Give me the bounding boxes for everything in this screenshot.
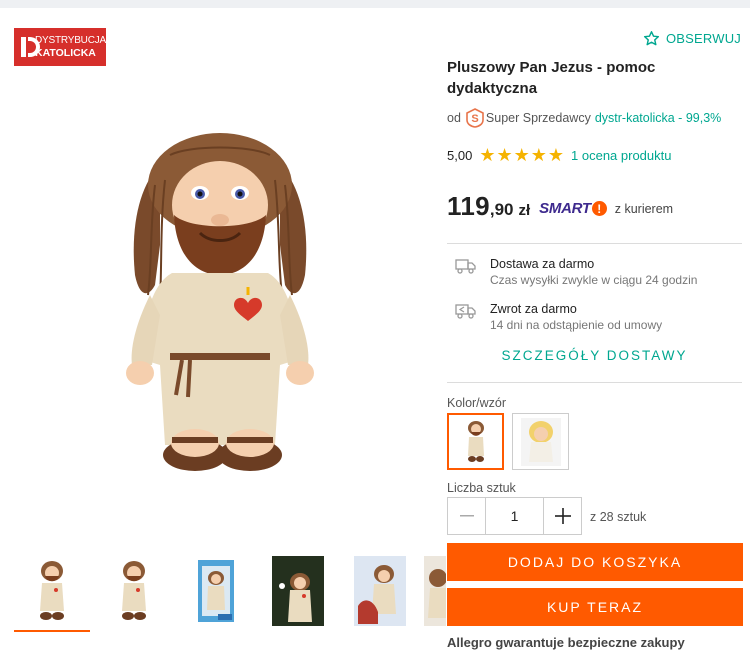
star-icon: ★ xyxy=(547,145,565,165)
variant-option-blonde[interactable] xyxy=(512,413,569,470)
add-to-cart-button[interactable]: DODAJ DO KOSZYKA xyxy=(447,543,743,581)
plus-icon xyxy=(554,508,571,524)
smart-badge[interactable]: SMART ! xyxy=(539,200,607,217)
delivery-details-link[interactable]: SZCZEGÓŁY DOSTAWY xyxy=(447,348,742,363)
thumbnail-2[interactable] xyxy=(96,556,172,626)
super-seller-label: Super Sprzedawcy xyxy=(485,111,591,125)
variant-option-brown[interactable] xyxy=(447,413,504,470)
variant-label: Kolor/wzór xyxy=(447,396,507,410)
star-icon: ★ xyxy=(496,145,513,165)
star-icon: ★ xyxy=(530,145,547,165)
truck-icon xyxy=(455,259,476,274)
product-panel: OBSERWUJ Pluszowy Pan Jezus - pomoc dyda… xyxy=(447,0,747,655)
minus-icon xyxy=(459,515,474,517)
thumbnail-strip xyxy=(14,556,446,636)
free-return-info: Zwrot za darmo 14 dni na odstąpienie od … xyxy=(455,301,662,333)
seller-prefix: od xyxy=(447,111,461,125)
free-delivery-info: Dostawa za darmo Czas wysyłki zwykle w c… xyxy=(455,256,697,288)
main-product-image[interactable] xyxy=(100,125,340,495)
thumbnail-5[interactable] xyxy=(342,556,418,626)
quantity-increase-button[interactable] xyxy=(544,498,581,534)
quantity-available: z 28 sztuk xyxy=(590,510,647,524)
smart-label: SMART xyxy=(539,200,591,217)
return-truck-icon xyxy=(455,304,476,319)
divider xyxy=(447,243,742,244)
variant-options xyxy=(447,413,577,470)
rating-stars: ★ ★ ★ ★ ★ xyxy=(479,146,565,164)
smart-info-icon: ! xyxy=(591,201,607,216)
price-currency: zł xyxy=(518,202,531,219)
return-title: Zwrot za darmo xyxy=(490,302,577,316)
return-subtitle: 14 dni na odstąpienie od umowy xyxy=(490,318,663,332)
seller-logo[interactable]: DYSTRYBUCJA KATOLICKA xyxy=(14,28,106,66)
guarantee-text: Allegro gwarantuje bezpieczne zakupy xyxy=(447,635,685,650)
price-decimal: ,90 xyxy=(489,200,514,219)
courier-label: z kurierem xyxy=(614,202,674,216)
thumbnail-6-partial[interactable] xyxy=(424,556,446,626)
quantity-input[interactable]: 1 xyxy=(485,498,544,534)
star-icon: ★ xyxy=(479,145,496,165)
price-integer: 119 xyxy=(447,191,490,221)
delivery-title: Dostawa za darmo xyxy=(490,257,595,271)
quantity-decrease-button[interactable] xyxy=(448,498,485,534)
watch-button[interactable]: OBSERWUJ xyxy=(643,30,741,47)
ratings-link[interactable]: 1 ocena produktu xyxy=(571,148,671,163)
thumbnail-3-box[interactable] xyxy=(178,556,254,626)
divider xyxy=(447,382,742,383)
quantity-label: Liczba sztuk xyxy=(447,481,516,495)
rating-value: 5,00 xyxy=(447,147,473,163)
logo-line-1: DYSTRYBUCJA xyxy=(35,35,106,46)
watch-label: OBSERWUJ xyxy=(665,31,741,46)
product-title: Pluszowy Pan Jezus - pomoc dydaktyczna xyxy=(447,59,656,97)
super-seller-badge-icon: S xyxy=(466,108,484,128)
logo-line-2: KATOLICKA xyxy=(35,47,96,59)
delivery-subtitle: Czas wysyłki zwykle w ciągu 24 godzin xyxy=(490,273,698,287)
logo-mark-icon xyxy=(19,34,40,60)
seller-info: od S Super Sprzedawcy dystr-katolicka - … xyxy=(447,108,721,128)
svg-text:S: S xyxy=(471,113,478,125)
star-icon: ★ xyxy=(513,145,530,165)
buy-now-button[interactable]: KUP TERAZ xyxy=(447,588,743,626)
thumbnail-1[interactable] xyxy=(14,556,90,632)
seller-name-link[interactable]: dystr-katolicka - 99,3% xyxy=(595,111,721,125)
star-outline-icon xyxy=(643,31,660,46)
thumbnail-4-dark[interactable] xyxy=(260,556,336,626)
rating-row: 5,00 ★ ★ ★ ★ ★ 1 ocena produktu xyxy=(447,146,671,164)
price-row: 119 ,90 zł SMART ! z kurierem xyxy=(447,191,673,222)
quantity-stepper: 1 xyxy=(447,497,582,535)
